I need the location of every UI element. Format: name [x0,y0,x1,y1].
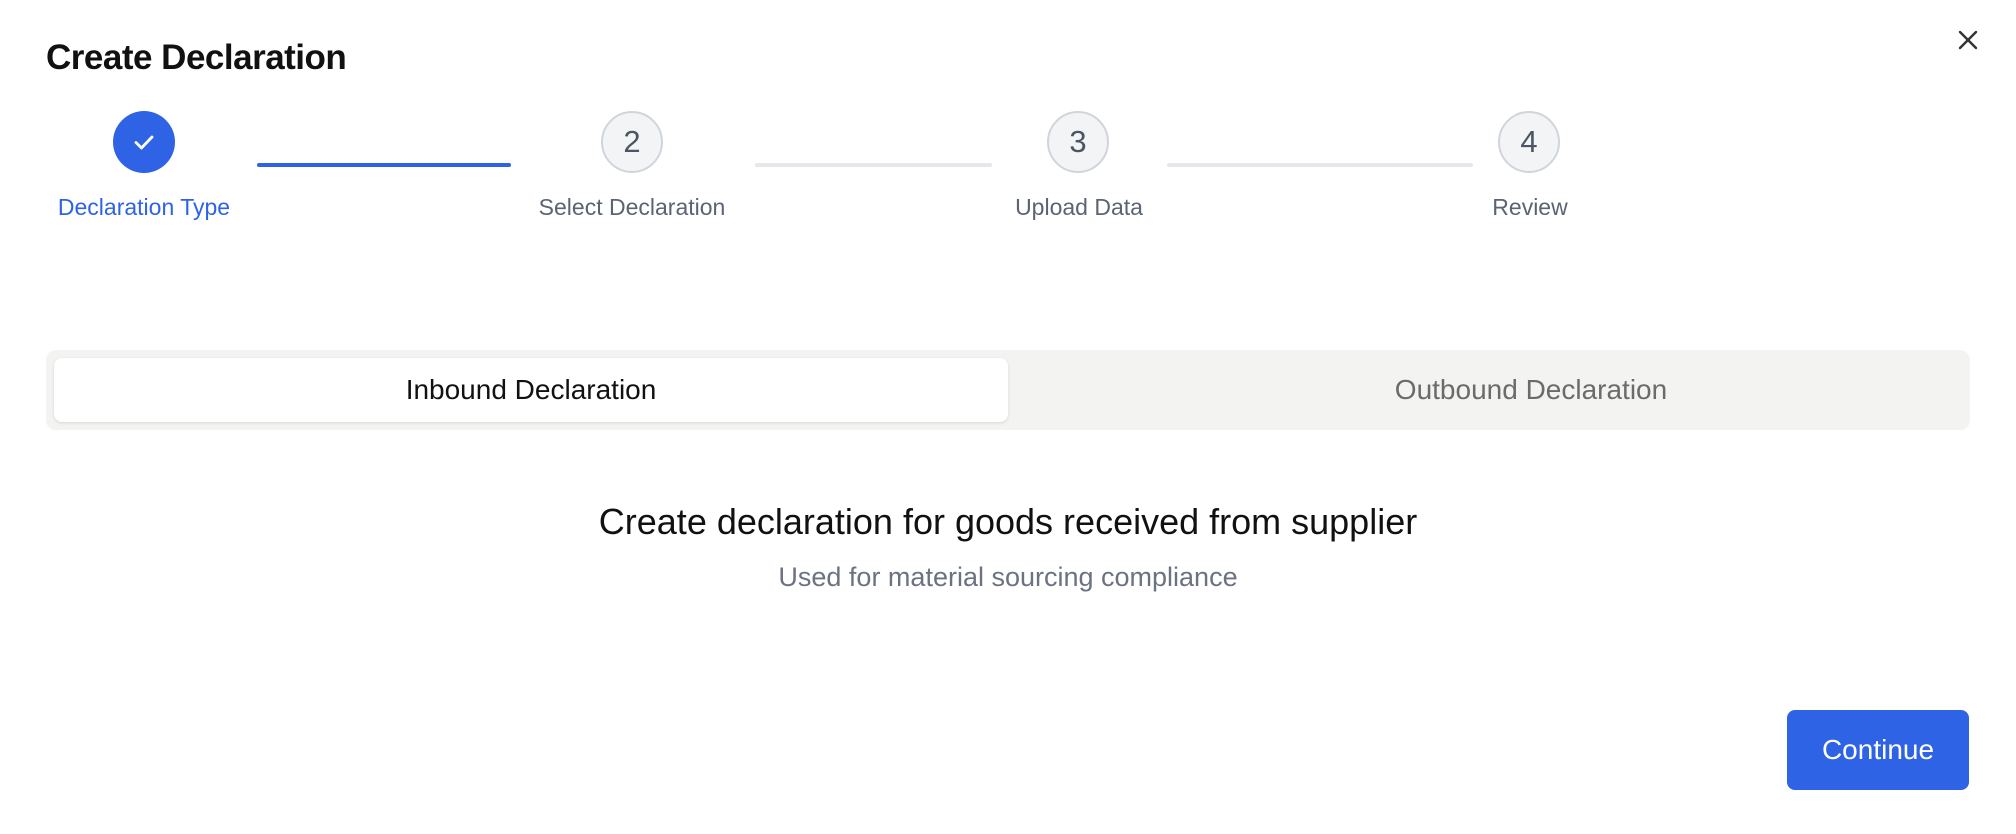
declaration-description-subtext: Used for material sourcing compliance [778,562,1238,592]
step-3-label: Upload Data [1015,194,1143,220]
step-connector-2 [755,163,992,167]
declaration-type-toggle: Inbound Declaration Outbound Declaration [46,350,1970,430]
dialog-title: Create Declaration [46,38,347,77]
step-1-label: Declaration Type [57,194,231,220]
inbound-declaration-tab[interactable]: Inbound Declaration [54,358,1008,422]
step-3-circle: 3 [1047,111,1109,173]
step-1-circle [113,111,175,173]
step-4-circle: 4 [1498,111,1560,173]
close-icon [1958,30,1978,50]
step-2-label: Select Declaration [538,194,726,220]
step-4-label: Review [1492,194,1568,220]
outbound-declaration-tab[interactable]: Outbound Declaration [1054,358,2008,422]
step-connector-3 [1167,163,1473,167]
declaration-description-heading: Create declaration for goods received fr… [598,501,1418,542]
close-button[interactable] [1952,24,1984,56]
continue-button[interactable]: Continue [1787,710,1969,790]
create-declaration-dialog: Create Declaration Declaration Type 2 Se… [0,0,2016,834]
step-2-circle: 2 [601,111,663,173]
check-icon [134,135,154,150]
step-connector-1 [257,163,511,167]
